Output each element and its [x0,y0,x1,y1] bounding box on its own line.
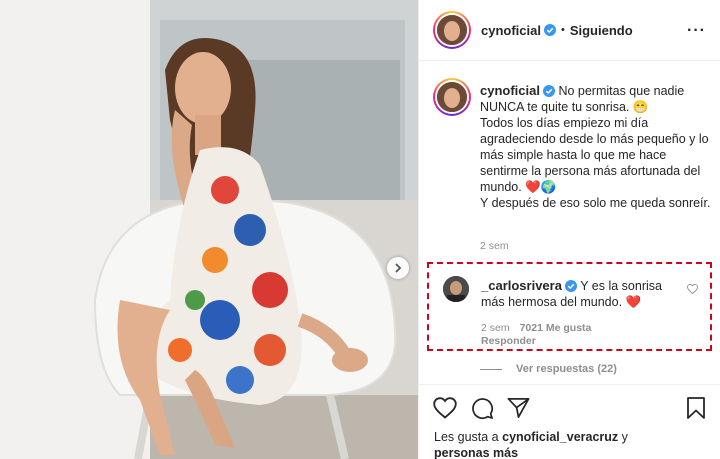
author-username[interactable]: cynoficial [481,23,541,38]
following-button[interactable]: Siguiendo [570,23,633,38]
likes-summary: Les gusta a cynoficial_veracruz y person… [434,429,628,459]
post-actions: Les gusta a cynoficial_veracruz y person… [419,384,720,459]
comment-timestamp: 2 sem [481,322,510,334]
caption-text-block: cynoficial No permitas que nadie NUNCA t… [480,83,715,211]
commenter-avatar[interactable] [443,276,469,302]
comment-like-heart-icon[interactable] [687,284,698,294]
author-avatar[interactable] [433,11,471,49]
post-photo [0,0,418,459]
next-photo-button[interactable] [387,257,409,279]
post-panel: cynoficial • Siguiendo ··· cynoficial No… [418,0,720,459]
more-options-button[interactable]: ··· [687,22,706,40]
likes-user-link[interactable]: cynoficial_veracruz [502,430,618,444]
verified-badge-icon [564,280,577,292]
reply-button[interactable]: Responder [481,335,536,347]
view-replies-label: Ver respuestas (22) [516,363,617,375]
view-replies-button[interactable]: Ver respuestas (22) [480,363,617,375]
bookmark-icon[interactable] [686,397,706,419]
separator-dot: • [560,24,565,36]
commenter-username[interactable]: _carlosrivera [481,278,562,293]
comment-text-block: _carlosrivera Y es la sonrisa más hermos… [481,278,681,310]
divider-line [480,368,502,370]
post-header: cynoficial • Siguiendo ··· [419,0,720,61]
comment-icon[interactable] [471,397,494,420]
verified-badge-icon [543,24,556,36]
paper-plane-icon[interactable] [507,397,530,419]
caption-avatar[interactable] [433,78,471,116]
likes-others-link[interactable]: personas más [434,446,518,459]
comment-meta: 2 sem 7021 Me gusta [481,322,591,334]
heart-icon[interactable] [433,397,457,419]
likes-prefix: Les gusta a [434,430,499,444]
chevron-right-icon [395,263,402,273]
photo-image [0,0,418,459]
highlighted-comment: _carlosrivera Y es la sonrisa más hermos… [427,262,712,351]
caption-text: No permitas que nadie NUNCA te quite tu … [480,84,711,210]
avatar-image [443,276,469,302]
likes-mid: y [621,430,628,444]
avatar-image [437,15,467,45]
avatar-image [437,82,467,112]
verified-badge-icon [542,85,555,97]
caption-timestamp: 2 sem [480,240,509,252]
caption-username[interactable]: cynoficial [480,83,540,98]
comment-likes-count[interactable]: 7021 Me gusta [520,322,592,334]
